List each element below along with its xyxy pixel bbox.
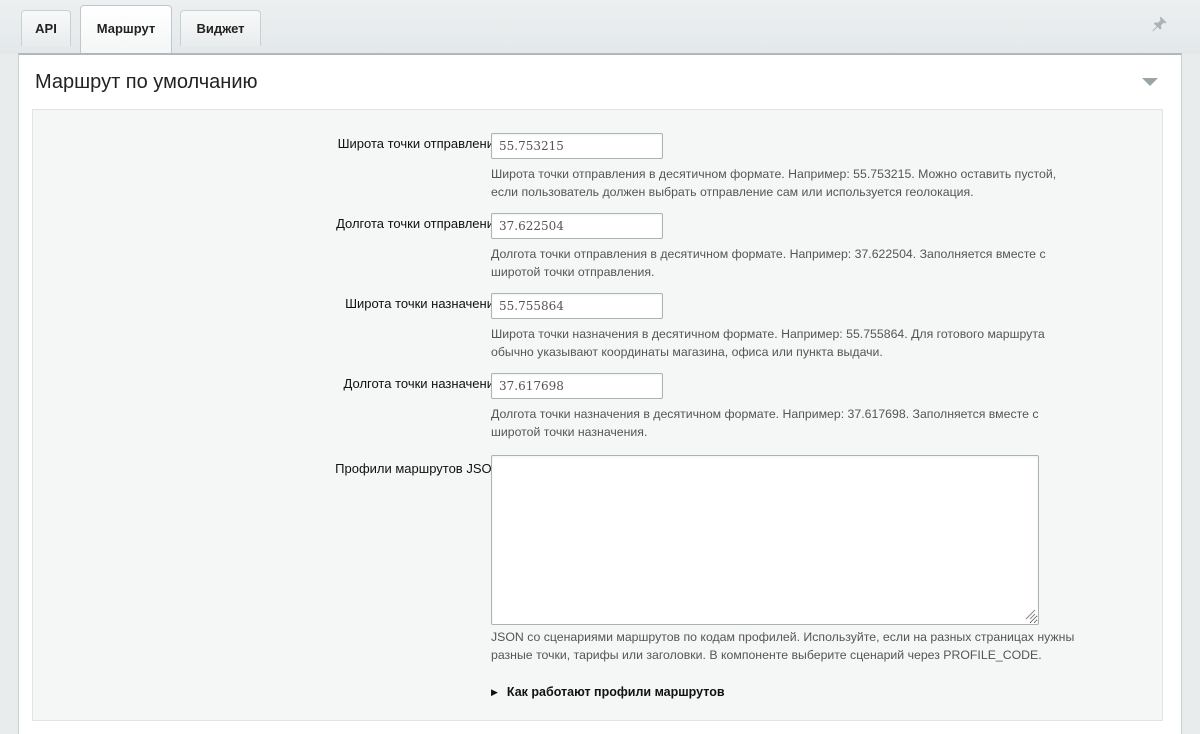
- profiles-details-toggle[interactable]: ▶ Как работают профили маршрутов: [491, 685, 725, 699]
- to-lng-label: Долгота точки назначения: [343, 376, 501, 391]
- to-lat-hint-line1: Широта точки назначения в десятичном фор…: [491, 327, 1045, 341]
- tab-route[interactable]: Маршрут: [80, 5, 172, 54]
- to-lat-hint: Широта точки назначения в десятичном фор…: [491, 326, 1131, 361]
- pin-icon[interactable]: [1150, 15, 1168, 33]
- section-title: Маршрут по умолчанию: [35, 71, 258, 93]
- to-lng-hint-line2: широтой точки назначения.: [491, 424, 648, 439]
- tab-widget-label: Виджет: [196, 21, 245, 36]
- from-lat-hint-line1: Широта точки отправления в десятичном фо…: [491, 167, 1057, 181]
- from-lng-hint-line1: Долгота точки отправления в десятичном ф…: [491, 247, 1046, 261]
- from-lat-hint-line2: если пользователь должен выбрать отправл…: [491, 184, 974, 199]
- tab-route-label: Маршрут: [96, 21, 156, 36]
- triangle-down-icon[interactable]: [1141, 77, 1159, 87]
- from-lng-label: Долгота точки отправления: [336, 216, 501, 231]
- profiles-details-label: Как работают профили маршрутов: [506, 685, 725, 699]
- settings-panel: Маршрут по умолчанию Широта точки отправ…: [18, 53, 1182, 734]
- from-lng-hint: Долгота точки отправления в десятичном ф…: [491, 246, 1131, 281]
- from-lat-label: Широта точки отправления: [337, 136, 501, 151]
- triangle-right-icon: ▶: [491, 686, 498, 697]
- form-area: Широта точки отправления Широта точки от…: [32, 109, 1163, 721]
- tab-api-label: API: [35, 21, 57, 36]
- profiles-json-hint-line2: разные точки, тарифы или заголовки. В ко…: [491, 647, 1042, 662]
- from-lng-hint-line2: широтой точки отправления.: [491, 264, 655, 279]
- to-lat-hint-line2: обычно указывают координаты магазина, оф…: [491, 344, 883, 359]
- profiles-json-hint: JSON со сценариями маршрутов по кодам пр…: [491, 629, 1131, 664]
- tab-api[interactable]: API: [21, 10, 71, 46]
- to-lng-hint-line1: Долгота точки назначения в десятичном фо…: [491, 407, 1039, 421]
- from-lat-input[interactable]: [491, 133, 663, 159]
- tab-widget[interactable]: Виджет: [180, 10, 261, 46]
- profiles-json-label: Профили маршрутов JSON: [335, 461, 501, 476]
- profiles-json-hint-line1: JSON со сценариями маршрутов по кодам пр…: [491, 630, 1075, 644]
- to-lat-input[interactable]: [491, 293, 663, 319]
- profiles-json-textarea[interactable]: [491, 455, 1039, 625]
- from-lat-hint: Широта точки отправления в десятичном фо…: [491, 166, 1131, 201]
- to-lng-input[interactable]: [491, 373, 663, 399]
- to-lat-label: Широта точки назначения: [345, 296, 501, 311]
- from-lng-input[interactable]: [491, 213, 663, 239]
- to-lng-hint: Долгота точки назначения в десятичном фо…: [491, 406, 1131, 441]
- tab-bar: API Маршрут Виджет: [0, 0, 1200, 54]
